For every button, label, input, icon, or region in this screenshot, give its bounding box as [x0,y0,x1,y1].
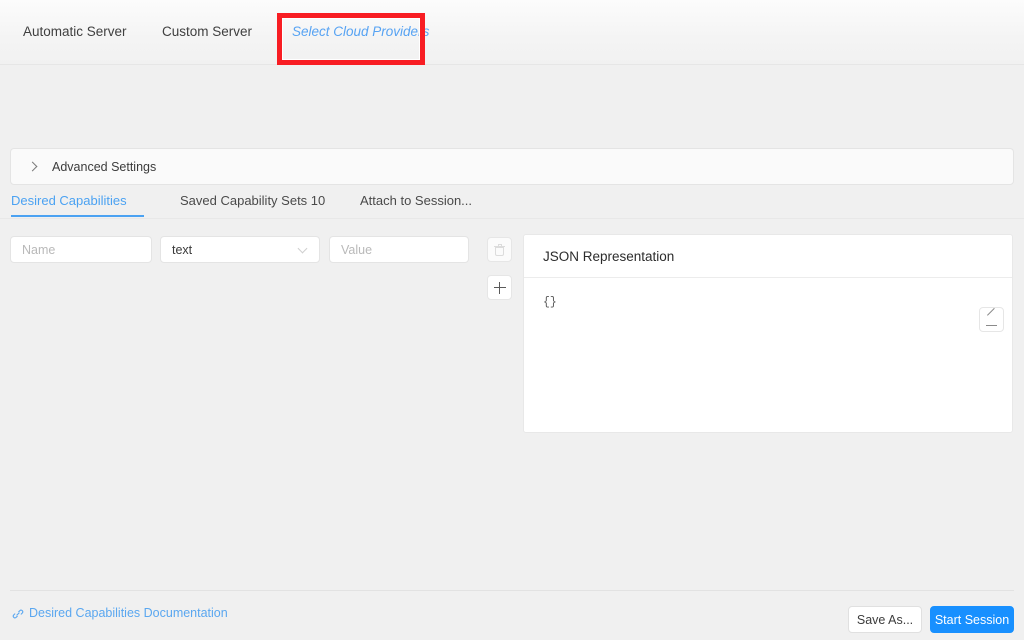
advanced-settings-label: Advanced Settings [52,159,157,174]
advanced-settings-header[interactable]: Advanced Settings [11,149,1013,184]
tab-saved-capability-sets[interactable]: Saved Capability Sets 10 [180,190,325,217]
tab-attach-to-session[interactable]: Attach to Session... [360,190,472,217]
documentation-link-label: Desired Capabilities Documentation [29,606,228,620]
desired-capabilities-documentation-link[interactable]: Desired Capabilities Documentation [12,606,228,620]
plus-icon [493,281,506,294]
save-as-button[interactable]: Save As... [848,606,922,633]
advanced-settings-panel[interactable]: Advanced Settings [10,148,1014,185]
footer-divider [10,590,1014,591]
tab-select-cloud-providers[interactable]: Select Cloud Providers [292,0,429,64]
edit-json-button[interactable] [979,307,1004,332]
capability-editor: text [0,236,520,306]
server-type-tabbar: Automatic Server Custom Server Select Cl… [0,0,1024,65]
json-representation-body: {} [524,278,1012,432]
capability-name-input[interactable] [10,236,152,263]
tab-automatic-server[interactable]: Automatic Server [23,0,127,64]
trash-icon [494,243,505,256]
link-icon [12,608,24,620]
json-representation-card: JSON Representation {} [523,234,1013,433]
chevron-down-icon [298,244,309,255]
pencil-icon [985,314,998,326]
delete-capability-button[interactable] [487,237,512,262]
appium-desired-capabilities-screen: Automatic Server Custom Server Select Cl… [0,0,1024,640]
capability-type-value: text [172,242,193,257]
json-representation-title: JSON Representation [543,248,675,264]
start-session-button[interactable]: Start Session [930,606,1014,633]
tab-desired-capabilities[interactable]: Desired Capabilities [11,190,144,217]
trash-lid-icon-part [497,243,502,246]
capability-value-input[interactable] [329,236,469,263]
json-representation-content: {} [543,296,557,309]
chevron-right-icon [27,161,39,173]
json-representation-header: JSON Representation [524,235,1012,278]
add-capability-button[interactable] [487,275,512,300]
tab-custom-server[interactable]: Custom Server [162,0,252,64]
capability-tabbar: Desired Capabilities Saved Capability Se… [0,190,1024,219]
capability-type-select[interactable]: text [160,236,320,263]
